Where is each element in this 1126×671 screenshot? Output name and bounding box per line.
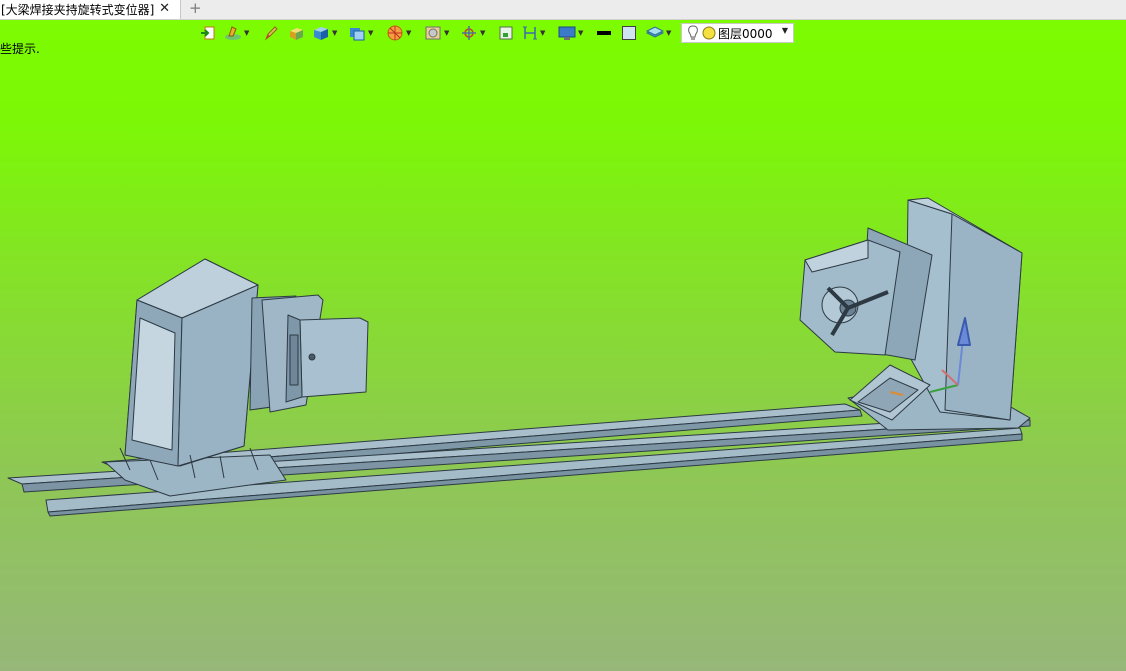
chevron-down-icon: ▼ [540, 29, 546, 37]
layer-selector[interactable]: 图层0000 ▼ [681, 23, 794, 43]
screen-button[interactable]: ▼ [558, 25, 583, 41]
document-tab[interactable]: [大梁焊接夹持旋转式变位器] ✕ [0, 0, 181, 19]
origin-button[interactable]: ▼ [460, 25, 485, 41]
dimension-button[interactable]: ▼ [522, 25, 545, 41]
chevron-down-icon: ▼ [666, 29, 672, 37]
display-mode-icon [350, 28, 365, 41]
tab-title: [大梁焊接夹持旋转式变位器] [1, 3, 155, 17]
tab-bar: [大梁焊接夹持旋转式变位器] ✕ + [0, 0, 1126, 20]
blue-cube-button[interactable]: ▼ [312, 25, 337, 41]
solid-box-icon [290, 28, 303, 40]
lightbulb-icon [688, 25, 698, 40]
hint-text: 些提示. [0, 42, 40, 56]
chevron-down-icon: ▼ [368, 29, 374, 37]
exit-button[interactable] [200, 25, 216, 41]
add-tab-button[interactable]: + [189, 0, 202, 17]
display-mode-button[interactable]: ▼ [348, 25, 373, 41]
sketch-button[interactable]: ▼ [224, 25, 249, 41]
sun-icon [702, 26, 716, 40]
blue-cube-icon [314, 27, 328, 40]
line-color-icon [597, 31, 611, 35]
right-positioner [799, 197, 1031, 431]
line-color-button[interactable] [596, 25, 612, 41]
chevron-down-icon: ▼ [332, 29, 338, 37]
chevron-down-icon: ▼ [578, 29, 584, 37]
pencil-icon [264, 26, 278, 41]
chevron-down-icon: ▼ [244, 29, 250, 37]
left-positioner [104, 258, 369, 497]
zoom-area-icon [499, 26, 513, 40]
axis-gizmo [889, 317, 971, 396]
zoom-area-button[interactable] [498, 25, 514, 41]
exit-icon [201, 26, 215, 40]
fill-color-icon [622, 26, 636, 40]
dimension-icon [523, 26, 537, 40]
origin-icon [462, 26, 476, 40]
layers-button[interactable]: ▼ [646, 25, 671, 41]
chevron-down-icon: ▼ [444, 29, 450, 37]
close-icon[interactable]: ✕ [159, 1, 170, 16]
chevron-down-icon[interactable]: ▼ [782, 26, 788, 35]
sketch-icon [225, 26, 241, 40]
screen-icon [558, 26, 576, 40]
layers-icon [646, 26, 664, 38]
chevron-down-icon: ▼ [480, 29, 486, 37]
layer-name: 图层0000 [718, 26, 773, 41]
rail-back [101, 403, 863, 477]
model-viewport [7, 197, 1031, 517]
chevron-down-icon: ▼ [406, 29, 412, 37]
rail-front [7, 414, 1031, 517]
section-button[interactable]: ▼ [386, 25, 411, 41]
render-icon [425, 26, 441, 40]
fill-color-button[interactable] [621, 25, 637, 41]
solid-box-button[interactable] [288, 25, 304, 41]
render-button[interactable]: ▼ [424, 25, 449, 41]
pencil-button[interactable] [264, 25, 278, 41]
section-icon [387, 25, 403, 41]
